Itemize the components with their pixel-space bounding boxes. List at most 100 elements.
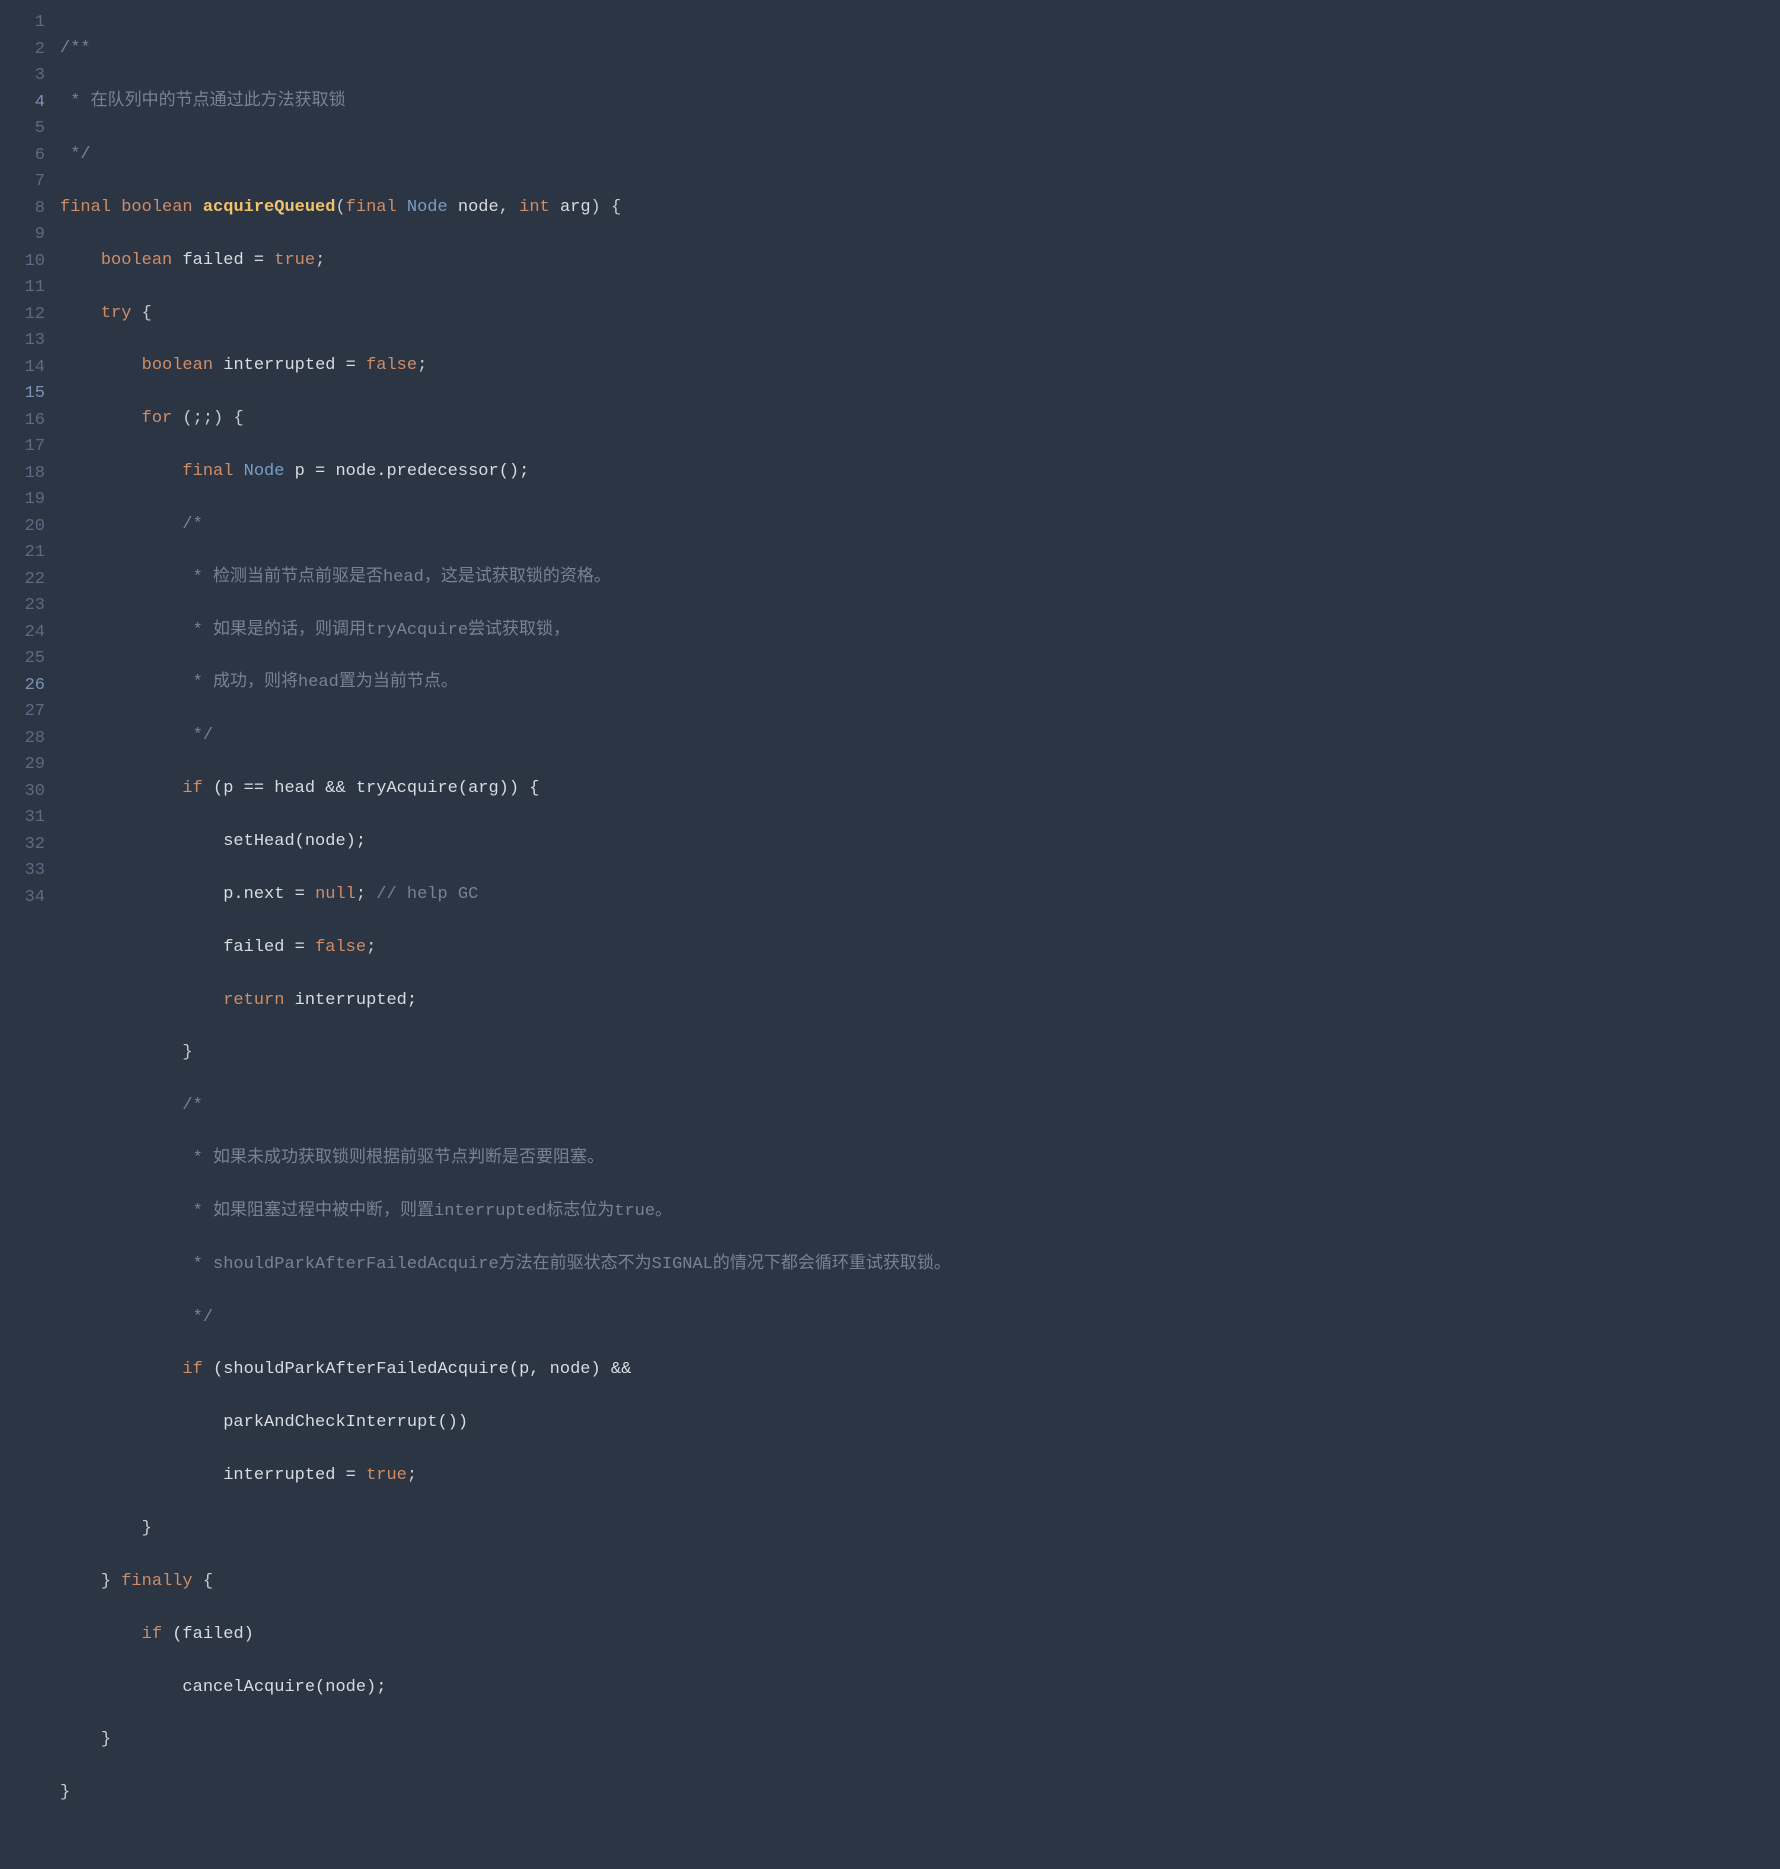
identifier: interrupted = xyxy=(223,356,366,375)
code-line: parkAndCheckInterrupt()) xyxy=(60,1410,1780,1437)
semicolon: ; xyxy=(356,885,366,904)
statement: failed = xyxy=(223,938,315,957)
comment: */ xyxy=(182,1308,213,1327)
semicolon: ; xyxy=(366,938,376,957)
type-node: Node xyxy=(244,462,285,481)
comment: /** xyxy=(60,39,91,58)
keyword-null: null xyxy=(315,885,356,904)
statement: interrupted = xyxy=(223,1466,366,1485)
code-line: boolean failed = true; xyxy=(60,248,1780,275)
line-number: 15 xyxy=(0,381,45,408)
keyword-boolean: boolean xyxy=(121,198,192,217)
brace: } xyxy=(101,1730,111,1749)
code-line: p.next = null; // help GC xyxy=(60,882,1780,909)
code-content[interactable]: /** * 在队列中的节点通过此方法获取锁 */ final boolean a… xyxy=(60,10,1780,1859)
identifier: interrupted; xyxy=(284,991,417,1010)
code-line: /* xyxy=(60,1093,1780,1120)
comment: * 检测当前节点前驱是否head，这是试获取锁的资格。 xyxy=(182,568,610,587)
condition: (p == head && tryAcquire(arg)) { xyxy=(203,779,540,798)
brace: } xyxy=(60,1783,70,1802)
code-line: * 在队列中的节点通过此方法获取锁 xyxy=(60,89,1780,116)
code-line: */ xyxy=(60,1305,1780,1332)
method-call: cancelAcquire(node); xyxy=(182,1678,386,1697)
line-number: 4 xyxy=(0,90,45,117)
code-line: interrupted = true; xyxy=(60,1463,1780,1490)
line-number: 3 xyxy=(0,63,45,90)
comment: * 如果阻塞过程中被中断，则置interrupted标志位为true。 xyxy=(182,1202,672,1221)
line-number: 33 xyxy=(0,858,45,885)
comment: /* xyxy=(182,515,202,534)
line-number: 17 xyxy=(0,434,45,461)
line-number: 26 xyxy=(0,673,45,700)
line-number: 8 xyxy=(0,196,45,223)
condition: (shouldParkAfterFailedAcquire(p, node) &… xyxy=(203,1360,631,1379)
paren-close: ) { xyxy=(591,198,622,217)
keyword-finally: finally xyxy=(121,1572,192,1591)
line-number: 25 xyxy=(0,646,45,673)
code-line: cancelAcquire(node); xyxy=(60,1675,1780,1702)
line-number: 20 xyxy=(0,514,45,541)
keyword-return: return xyxy=(223,991,284,1010)
code-line: */ xyxy=(60,142,1780,169)
line-number: 22 xyxy=(0,567,45,594)
comment: * 如果是的话，则调用tryAcquire尝试获取锁， xyxy=(182,621,570,640)
code-line: if (p == head && tryAcquire(arg)) { xyxy=(60,776,1780,803)
code-line: final Node p = node.predecessor(); xyxy=(60,459,1780,486)
code-line: setHead(node); xyxy=(60,829,1780,856)
keyword-if: if xyxy=(182,779,202,798)
line-number: 18 xyxy=(0,461,45,488)
keyword-false: false xyxy=(315,938,366,957)
code-editor: 1 2 3 4 5 6 7 8 9 10 11 12 13 14 15 16 1… xyxy=(0,0,1780,1869)
code-line: * 如果阻塞过程中被中断，则置interrupted标志位为true。 xyxy=(60,1199,1780,1226)
code-line: boolean interrupted = false; xyxy=(60,353,1780,380)
code-line: /* xyxy=(60,512,1780,539)
keyword-final: final xyxy=(60,198,111,217)
code-line: final boolean acquireQueued(final Node n… xyxy=(60,195,1780,222)
line-number: 29 xyxy=(0,752,45,779)
line-number: 10 xyxy=(0,249,45,276)
brace: } xyxy=(142,1519,152,1538)
comment: */ xyxy=(60,145,91,164)
keyword-final: final xyxy=(346,198,397,217)
code-line: if (failed) xyxy=(60,1622,1780,1649)
for-cond: (;;) { xyxy=(172,409,243,428)
line-number: 24 xyxy=(0,620,45,647)
keyword-if: if xyxy=(182,1360,202,1379)
keyword-int: int xyxy=(519,198,550,217)
code-line: failed = false; xyxy=(60,935,1780,962)
method-call: parkAndCheckInterrupt()) xyxy=(223,1413,468,1432)
line-number: 19 xyxy=(0,487,45,514)
code-line: if (shouldParkAfterFailedAcquire(p, node… xyxy=(60,1357,1780,1384)
line-number: 32 xyxy=(0,832,45,859)
line-number: 2 xyxy=(0,37,45,64)
type-node: Node xyxy=(407,198,448,217)
code-line: /** xyxy=(60,36,1780,63)
comment: * 如果未成功获取锁则根据前驱节点判断是否要阻塞。 xyxy=(182,1149,604,1168)
comment: * 成功，则将head置为当前节点。 xyxy=(182,673,457,692)
semicolon: ; xyxy=(417,356,427,375)
param-node: node xyxy=(458,198,499,217)
line-number: 31 xyxy=(0,805,45,832)
line-number: 23 xyxy=(0,593,45,620)
method-call: setHead(node); xyxy=(223,832,366,851)
line-number: 9 xyxy=(0,222,45,249)
comma: , xyxy=(499,198,519,217)
keyword-boolean: boolean xyxy=(101,251,172,270)
code-line: } xyxy=(60,1516,1780,1543)
condition: (failed) xyxy=(162,1625,254,1644)
comment: */ xyxy=(182,726,213,745)
statement: p.next = xyxy=(223,885,315,904)
line-number: 30 xyxy=(0,779,45,806)
keyword-false: false xyxy=(366,356,417,375)
line-number: 11 xyxy=(0,275,45,302)
line-number: 14 xyxy=(0,355,45,382)
keyword-true: true xyxy=(274,251,315,270)
code-line: */ xyxy=(60,723,1780,750)
brace: { xyxy=(193,1572,213,1591)
semicolon: ; xyxy=(315,251,325,270)
line-number: 7 xyxy=(0,169,45,196)
keyword-try: try xyxy=(101,304,132,323)
brace: } xyxy=(182,1043,192,1062)
keyword-if: if xyxy=(142,1625,162,1644)
line-number: 21 xyxy=(0,540,45,567)
